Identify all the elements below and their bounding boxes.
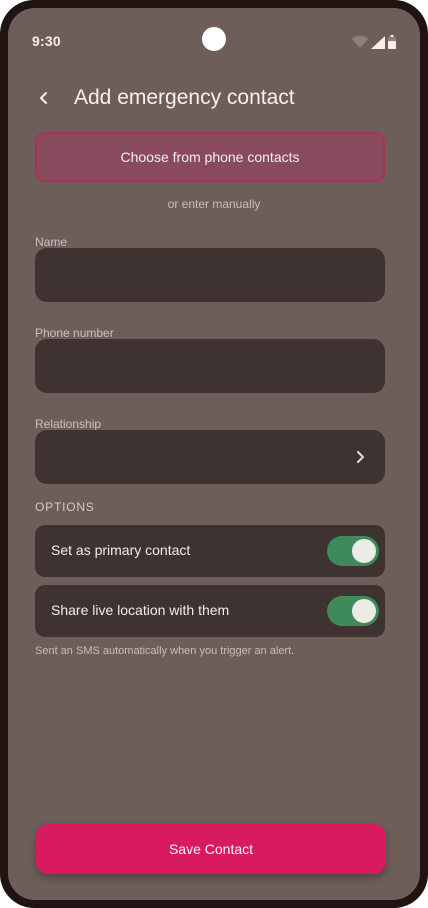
toggle-knob bbox=[352, 539, 376, 563]
options-heading: OPTIONS bbox=[35, 500, 95, 514]
screen: 9:30 Add emergency contact Choose from p… bbox=[8, 8, 420, 900]
share-location-toggle[interactable] bbox=[327, 596, 379, 626]
device-frame: 9:30 Add emergency contact Choose from p… bbox=[0, 0, 428, 908]
phone-field-container bbox=[35, 339, 385, 393]
wifi-icon bbox=[352, 36, 368, 48]
phone-input[interactable] bbox=[35, 339, 385, 393]
primary-contact-toggle[interactable] bbox=[327, 536, 379, 566]
signal-icon bbox=[371, 35, 385, 49]
relationship-label: Relationship bbox=[35, 417, 102, 431]
chevron-left-icon bbox=[40, 92, 47, 104]
option-row-location: Share live location with them bbox=[35, 585, 385, 637]
chevron-right-icon bbox=[357, 451, 364, 463]
option-label: Share live location with them bbox=[51, 602, 230, 618]
toggle-knob bbox=[352, 599, 376, 623]
save-contact-button[interactable]: Save Contact bbox=[36, 824, 386, 874]
page-title: Add emergency contact bbox=[74, 86, 295, 109]
status-icons bbox=[352, 35, 396, 49]
option-label: Set as primary contact bbox=[51, 542, 191, 558]
relationship-select[interactable] bbox=[35, 430, 385, 484]
name-input[interactable] bbox=[35, 248, 385, 302]
manual-entry-divider: or enter manually bbox=[167, 197, 261, 211]
option-row-primary: Set as primary contact bbox=[35, 525, 385, 577]
camera-cutout bbox=[202, 27, 226, 51]
name-field-container bbox=[35, 248, 385, 302]
choose-from-contacts-button[interactable]: Choose from phone contacts bbox=[35, 132, 385, 182]
name-label: Name bbox=[35, 235, 68, 249]
battery-icon bbox=[388, 35, 396, 49]
back-button[interactable] bbox=[30, 84, 58, 112]
status-time: 9:30 bbox=[32, 33, 61, 49]
phone-label: Phone number bbox=[35, 326, 114, 340]
options-hint: Sent an SMS automatically when you trigg… bbox=[35, 645, 295, 657]
